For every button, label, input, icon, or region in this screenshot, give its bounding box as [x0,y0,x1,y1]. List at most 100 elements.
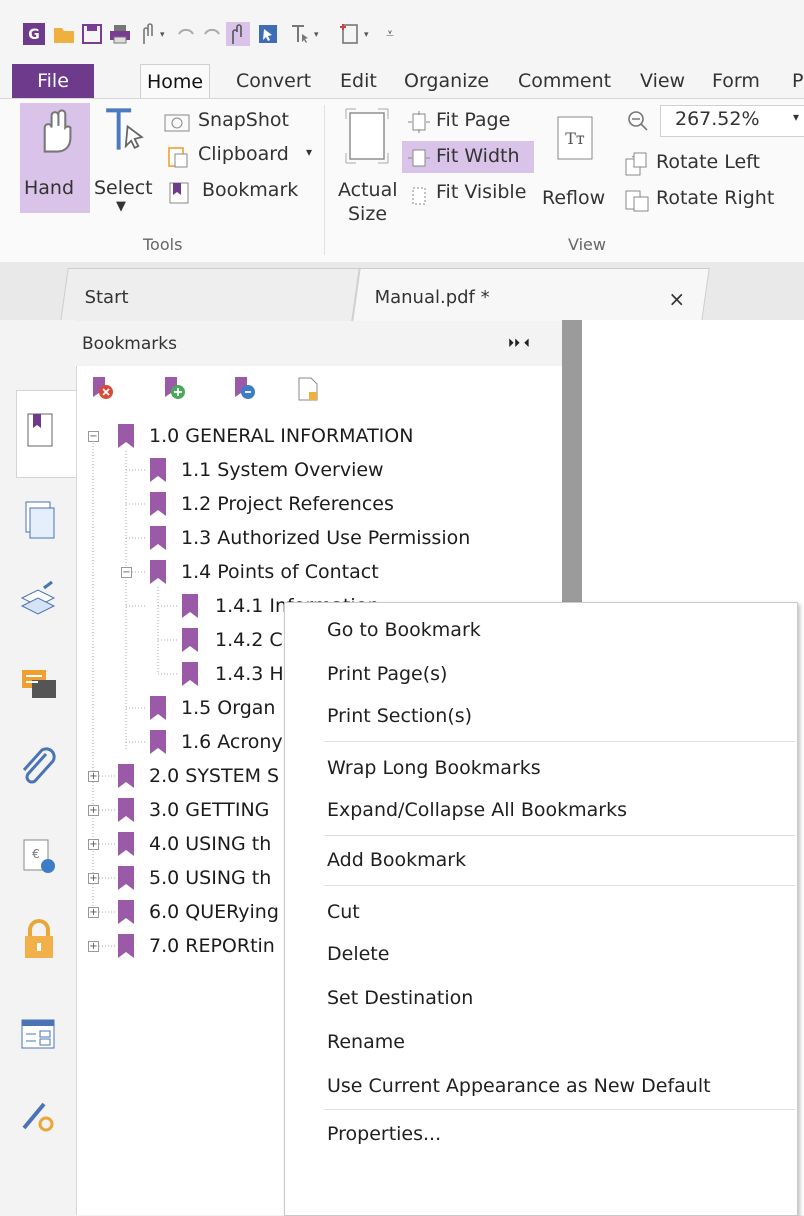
menu-item-properties[interactable]: Properties... [327,1123,441,1145]
tab-comment[interactable]: Comment [512,64,617,98]
bookmark-row[interactable]: 1.3 Authorized Use Permission [77,523,557,553]
bookmark-icon [118,424,134,448]
hand-dropdown-icon[interactable] [136,22,160,46]
open-folder-icon[interactable] [52,22,76,46]
expand-toggle[interactable]: + [88,941,99,952]
redo-icon[interactable] [200,22,224,46]
chevron-down-icon[interactable]: ▾ [160,30,165,40]
tab-view[interactable]: View [634,64,691,98]
add-bookmark-icon[interactable] [163,376,187,402]
tab-manual-pdf[interactable]: Manual.pdf * × [352,268,710,321]
delete-bookmark-icon[interactable] [91,376,115,402]
fit-visible-icon [412,187,426,205]
select-button[interactable]: Select ▼ [94,103,158,223]
bookmark-icon [150,696,166,720]
menu-item-add-bookmark[interactable]: Add Bookmark [327,849,466,871]
menu-separator [325,885,795,886]
typewriter-icon[interactable] [288,22,312,46]
tab-organize[interactable]: Organize [398,64,495,98]
bookmarks-panel-header: Bookmarks ⏵⏵ ⏴ [76,320,562,372]
chevron-down-icon[interactable]: ▾ [314,30,319,40]
menu-item-print-pages[interactable]: Print Page(s) [327,663,447,685]
print-icon[interactable] [108,22,132,46]
bookmark-icon [118,798,134,822]
expand-toggle[interactable]: + [88,805,99,816]
hand-tool-icon[interactable] [226,22,250,46]
bookmark-icon [150,492,166,516]
rail-bookmarks-button[interactable] [16,390,77,478]
panel-collapse-button[interactable]: ⏵⏵ ⏴ [508,336,530,351]
expand-toggle[interactable]: + [88,907,99,918]
app-logo-icon[interactable]: G [22,22,46,46]
expand-toggle[interactable]: + [88,873,99,884]
bookmark-icon [169,182,189,204]
bookmark-button[interactable]: Bookmark [164,177,314,207]
clipboard-dropdown[interactable]: Clipboard ▾ [164,141,324,171]
attachment-icon[interactable] [14,744,64,794]
expand-toggle[interactable]: + [88,839,99,850]
menu-item-rename[interactable]: Rename [327,1031,405,1053]
comments-icon[interactable] [14,660,64,710]
menu-item-go-to-bookmark[interactable]: Go to Bookmark [327,619,481,641]
add-child-bookmark-icon[interactable] [233,376,257,402]
bookmark-context-menu: Go to Bookmark Print Page(s) Print Secti… [284,602,798,1216]
snapshot-button[interactable]: SnapShot [164,107,314,137]
tab-convert[interactable]: Convert [230,64,317,98]
close-tab-icon[interactable]: × [668,287,685,311]
form-fields-icon[interactable] [14,1010,64,1060]
menu-item-print-sections[interactable]: Print Section(s) [327,705,472,727]
hand-button[interactable]: Hand [20,103,90,213]
zoom-combo[interactable]: 267.52% ▾ [660,105,804,137]
tab-home[interactable]: Home [140,64,211,99]
bookmark-row[interactable]: − 1.0 GENERAL INFORMATION [77,421,557,451]
menu-item-cut[interactable]: Cut [327,901,360,923]
tab-start[interactable]: Start [60,268,360,321]
content-search-icon[interactable] [14,1090,64,1140]
menu-item-wrap-long-bookmarks[interactable]: Wrap Long Bookmarks [327,757,541,779]
bookmark-icon [118,832,134,856]
tab-form[interactable]: Form [706,64,766,98]
chevron-down-icon[interactable]: ▾ [364,30,369,40]
svg-text:G: G [28,27,40,43]
menu-item-expand-collapse-all[interactable]: Expand/Collapse All Bookmarks [327,799,627,821]
undo-icon[interactable] [174,22,198,46]
bookmark-row[interactable]: 1.2 Project References [77,489,557,519]
pages-icon[interactable] [14,496,64,546]
group-label-tools: Tools [143,235,183,254]
new-bookmark-from-structure-icon[interactable] [297,376,319,402]
fit-width-button[interactable]: Fit Width [402,141,534,173]
menu-item-use-current-appearance[interactable]: Use Current Appearance as New Default [327,1075,711,1097]
menu-item-delete[interactable]: Delete [327,943,389,965]
actual-size-button[interactable]: Actual Size [334,105,400,229]
expand-toggle[interactable]: + [88,771,99,782]
bookmark-row[interactable]: − 1.4 Points of Contact [77,557,557,587]
rotate-left-button[interactable]: Rotate Left [624,149,794,179]
bookmarks-panel-icon [27,413,53,447]
bookmark-icon [150,560,166,584]
select-tool-icon[interactable] [256,22,280,46]
customize-icon[interactable]: ⩡ [386,26,394,42]
digital-signature-icon[interactable]: € [14,832,64,882]
tab-file[interactable]: File [12,64,94,98]
collapse-toggle[interactable]: − [121,567,132,578]
menu-item-set-destination[interactable]: Set Destination [327,987,473,1009]
fit-page-icon [408,111,430,133]
zoom-value: 267.52% [675,108,760,130]
fit-width-icon [408,149,430,167]
layers-icon[interactable] [14,576,64,626]
reflow-button[interactable]: Tт Reflow [540,105,616,215]
new-doc-icon[interactable] [338,22,362,46]
menu-separator [325,741,795,742]
security-lock-icon[interactable] [14,914,64,964]
actual-size-icon [345,108,389,164]
bookmark-row[interactable]: 1.1 System Overview [77,455,557,485]
zoom-out-icon[interactable] [626,109,650,133]
rotate-right-button[interactable]: Rotate Right [624,185,804,215]
menu-bar: File Home Convert Edit Organize Comment … [0,64,804,99]
fit-page-button[interactable]: Fit Page [404,107,528,137]
collapse-toggle[interactable]: − [88,431,99,442]
fit-visible-button[interactable]: Fit Visible [404,179,544,209]
save-icon[interactable] [80,22,104,46]
tab-edit[interactable]: Edit [334,64,383,98]
tab-truncated[interactable]: P [786,64,804,98]
